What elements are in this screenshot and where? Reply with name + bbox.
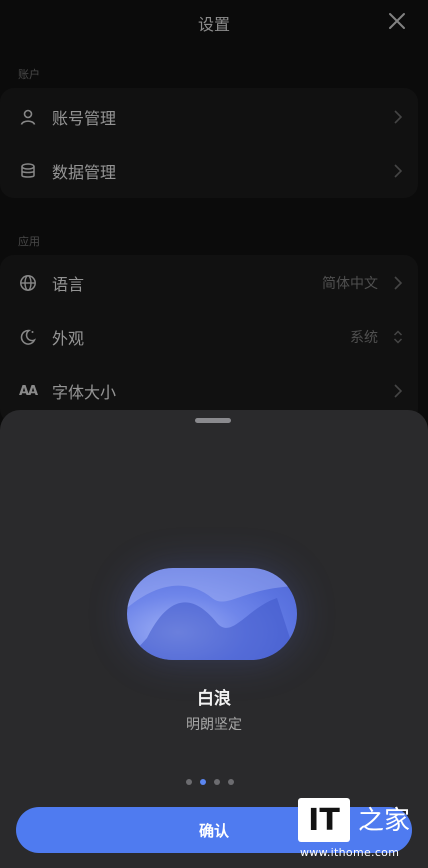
watermark-logo: IT 之家 www.ithome.com: [298, 798, 420, 862]
page-indicator: [186, 779, 234, 785]
theme-preview-art: [127, 568, 297, 660]
confirm-button-label: 确认: [198, 821, 229, 840]
theme-preview[interactable]: [127, 568, 297, 660]
page-dot-active[interactable]: [200, 779, 206, 785]
theme-name: 白浪: [197, 689, 231, 709]
watermark-glyph: 之家: [358, 806, 411, 836]
theme-description: 明朗坚定: [186, 717, 242, 733]
drag-handle[interactable]: [195, 418, 231, 423]
page-dot[interactable]: [186, 779, 192, 785]
watermark-url: www.ithome.com: [300, 846, 400, 859]
watermark-it-box: IT: [298, 798, 350, 842]
page-dot[interactable]: [228, 779, 234, 785]
page-dot[interactable]: [214, 779, 220, 785]
